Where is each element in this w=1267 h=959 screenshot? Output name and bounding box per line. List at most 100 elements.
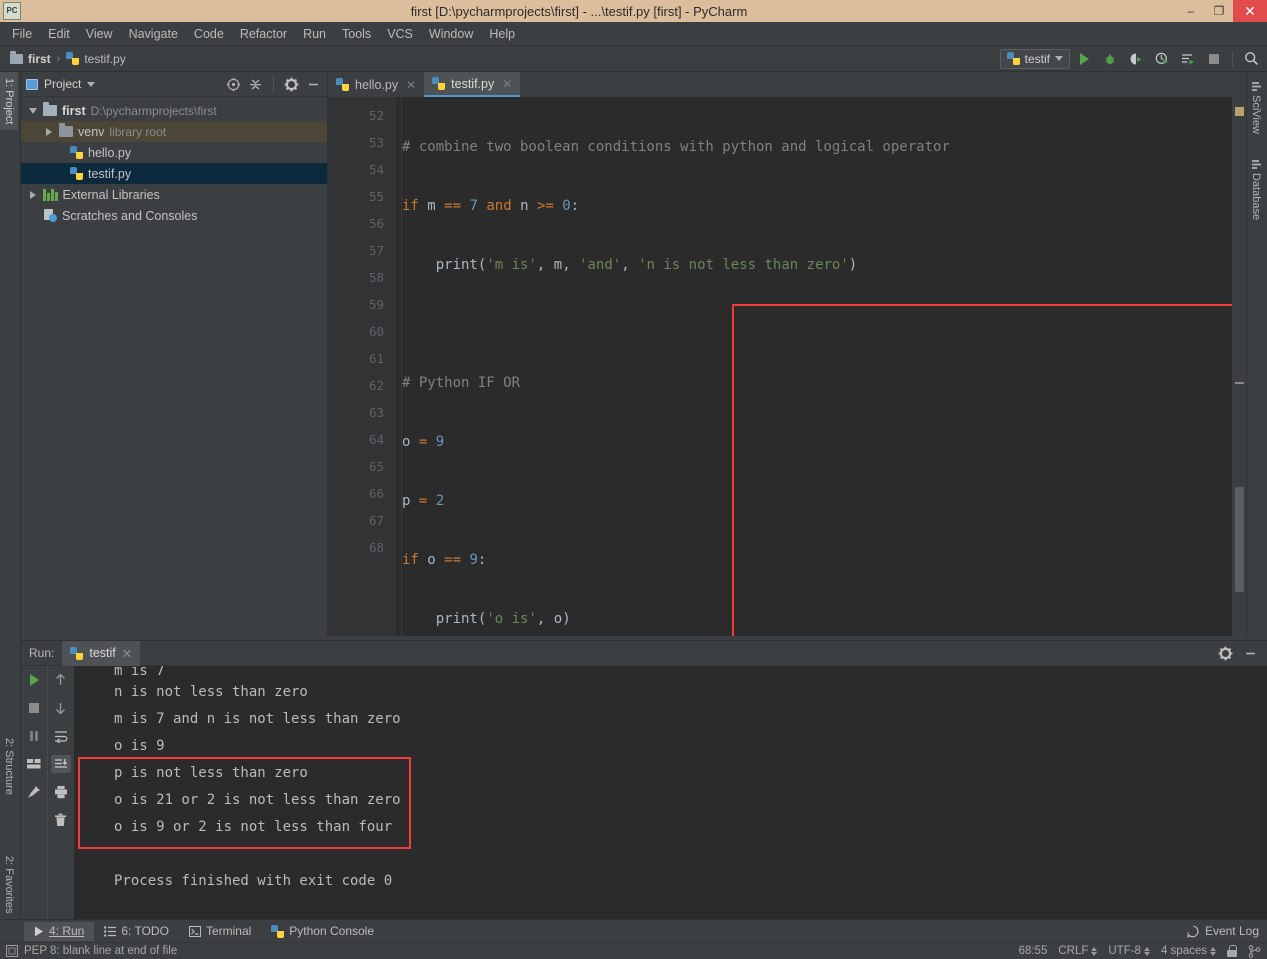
collapse-all-button[interactable]	[247, 76, 264, 93]
menu-code[interactable]: Code	[186, 25, 232, 43]
hide-panel-button[interactable]	[305, 76, 322, 93]
run-button[interactable]	[1072, 48, 1096, 70]
bottom-tab-todo[interactable]: 6: TODO	[94, 922, 179, 941]
event-log-area[interactable]: Event Log	[1187, 924, 1267, 938]
close-icon[interactable]: ✕	[122, 646, 132, 661]
menu-view[interactable]: View	[78, 25, 121, 43]
code-line-60: print('o is', o)	[435, 611, 571, 627]
expand-arrow-right-icon[interactable]	[27, 189, 38, 200]
locate-file-button[interactable]	[225, 76, 242, 93]
console-line: p is not less than zero	[114, 765, 308, 781]
console-line: Process finished with exit code 0	[114, 873, 393, 889]
sidebar-tab-sciview[interactable]: SciView	[1247, 76, 1265, 140]
project-settings-button[interactable]	[283, 76, 300, 93]
restore-layout-button[interactable]	[24, 755, 44, 773]
sidebar-tab-structure[interactable]: 2: Structure	[0, 732, 18, 801]
bottom-tab-terminal[interactable]: Terminal	[179, 922, 261, 941]
bottom-tab-label: 4: Run	[49, 924, 85, 938]
sidebar-tab-favorites[interactable]: 2: Favorites	[0, 850, 18, 919]
hide-run-panel-button[interactable]	[1242, 645, 1259, 662]
line-separator-selector[interactable]: CRLF	[1058, 945, 1098, 957]
run-tab-testif[interactable]: testif ✕	[62, 640, 141, 666]
expand-arrow-right-icon[interactable]	[43, 126, 54, 137]
next-occurrence-button[interactable]	[51, 699, 71, 717]
vcs-branch-icon[interactable]	[1248, 944, 1261, 958]
run-settings-button[interactable]	[1217, 645, 1234, 662]
project-tree: first D:\pycharmprojects\first venv libr…	[21, 97, 327, 226]
expand-arrow-down-icon[interactable]	[27, 105, 38, 116]
menu-run[interactable]: Run	[295, 25, 334, 43]
tree-item-first[interactable]: first D:\pycharmprojects\first	[21, 100, 327, 121]
menu-window[interactable]: Window	[421, 25, 481, 43]
close-button[interactable]: ✕	[1233, 0, 1267, 22]
chevron-down-icon[interactable]	[87, 81, 96, 87]
rerun-button[interactable]	[24, 671, 44, 689]
console-output[interactable]: m is 7 n is not less than zero m is 7 an…	[74, 666, 1267, 920]
previous-occurrence-button[interactable]	[51, 671, 71, 689]
stop-button[interactable]	[1202, 48, 1226, 70]
bottom-tab-run[interactable]: 4: Run	[24, 921, 95, 941]
gear-icon	[1218, 646, 1233, 660]
pause-button[interactable]	[24, 727, 44, 745]
run-coverage-button[interactable]	[1124, 48, 1148, 70]
python-file-icon	[70, 646, 84, 660]
tab-label: hello.py	[355, 77, 399, 92]
bottom-tab-python-console[interactable]: Python Console	[261, 922, 384, 941]
toolbar-divider	[1232, 50, 1233, 67]
line-number: 66	[368, 486, 384, 501]
tree-item-external-libraries[interactable]: External Libraries	[21, 184, 327, 205]
locate-icon	[226, 77, 241, 91]
caret-position[interactable]: 68:55	[1019, 945, 1048, 957]
search-everywhere-button[interactable]	[1239, 48, 1263, 70]
minimize-button[interactable]: –	[1177, 0, 1205, 22]
run-tab-label: testif	[89, 646, 116, 660]
inspection-icon[interactable]	[6, 945, 18, 957]
print-button[interactable]	[51, 783, 71, 801]
debug-button[interactable]	[1098, 48, 1122, 70]
clear-all-button[interactable]	[51, 811, 71, 829]
menu-edit[interactable]: Edit	[40, 25, 78, 43]
run-configuration-selector[interactable]: testif	[999, 48, 1070, 69]
panel-divider	[273, 76, 274, 92]
menu-refactor[interactable]: Refactor	[232, 25, 295, 43]
close-icon[interactable]: ✕	[406, 78, 416, 92]
sciview-icon	[1251, 82, 1261, 91]
breadcrumb-item-project[interactable]: first	[6, 50, 55, 66]
menu-tools[interactable]: Tools	[334, 25, 379, 43]
close-icon[interactable]: ✕	[502, 77, 512, 91]
indent-selector[interactable]: 4 spaces	[1161, 945, 1216, 957]
soft-wrap-button[interactable]	[51, 727, 71, 745]
breadcrumb-item-file[interactable]: testif.py	[62, 52, 129, 66]
profile-button[interactable]	[1150, 48, 1174, 70]
encoding-selector[interactable]: UTF-8	[1108, 945, 1150, 957]
menu-help[interactable]: Help	[481, 25, 523, 43]
code-area[interactable]: 52 53 54 55 56 57 58 59 60 61 62 63 64 6…	[328, 97, 1246, 636]
menu-navigate[interactable]: Navigate	[121, 25, 186, 43]
code-line-56: # Python IF OR	[402, 375, 521, 391]
scrollbar-thumb[interactable]	[1235, 487, 1244, 592]
sidebar-tab-database[interactable]: Database	[1247, 154, 1265, 226]
editor-scrollbar[interactable]	[1232, 97, 1246, 636]
tree-item-hello-py[interactable]: hello.py	[21, 142, 327, 163]
stop-button[interactable]	[24, 699, 44, 717]
tree-item-scratches[interactable]: Scratches and Consoles	[21, 205, 327, 226]
line-number: 63	[368, 405, 384, 420]
tab-hello-py[interactable]: hello.py ✕	[328, 72, 425, 97]
source-code[interactable]: # combine two boolean conditions with py…	[402, 97, 1214, 636]
printer-icon	[54, 786, 67, 799]
event-log-label: Event Log	[1204, 924, 1259, 938]
run-with-console-button[interactable]	[1176, 48, 1200, 70]
maximize-button[interactable]: ❐	[1205, 0, 1233, 22]
tree-item-venv[interactable]: venv library root	[21, 121, 327, 142]
console-line: o is 9	[114, 738, 165, 754]
run-toolbar-primary	[21, 666, 47, 920]
lock-icon[interactable]	[1227, 945, 1237, 957]
menu-file[interactable]: File	[4, 25, 40, 43]
menu-vcs[interactable]: VCS	[379, 25, 421, 43]
encoding-label: UTF-8	[1108, 945, 1141, 957]
tab-testif-py[interactable]: testif.py ✕	[424, 72, 521, 97]
scroll-to-end-button[interactable]	[50, 755, 71, 773]
sidebar-tab-project[interactable]: 1: Project	[0, 72, 18, 131]
tree-item-testif-py[interactable]: testif.py	[21, 163, 327, 184]
pin-button[interactable]	[24, 783, 44, 801]
